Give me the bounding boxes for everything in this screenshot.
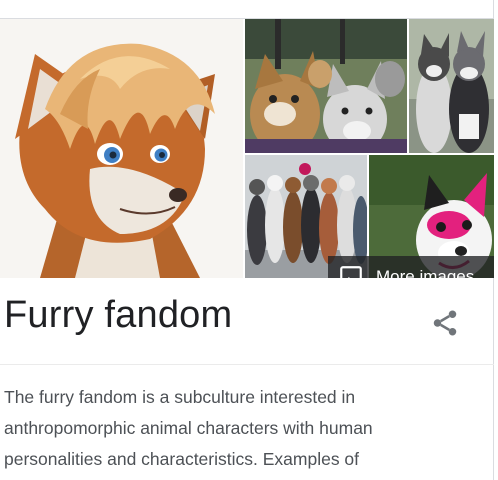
share-button[interactable] — [430, 308, 460, 338]
fursuit-photo-2[interactable] — [409, 19, 494, 153]
description-line: anthropomorphic animal characters with h… — [4, 418, 373, 438]
image-icon — [340, 266, 362, 278]
fursuit-pair-image — [409, 19, 494, 153]
main-image[interactable] — [0, 19, 243, 278]
page-title: Furry fandom — [4, 294, 233, 336]
fox-character-illustration — [0, 19, 243, 278]
share-icon — [433, 310, 457, 336]
more-images-label: More images — [376, 267, 475, 278]
crowd-photo-1[interactable] — [245, 19, 407, 153]
fursuit-crowd-image — [245, 19, 407, 153]
description-text: The furry fandom is a subculture interes… — [4, 382, 474, 475]
knowledge-panel: More images Furry fandom The furry fando… — [0, 0, 494, 480]
description-line: The furry fandom is a subculture interes… — [4, 387, 356, 407]
more-images-button[interactable]: More images — [328, 256, 494, 278]
description-line: personalities and characteristics. Examp… — [4, 449, 360, 469]
title-divider — [0, 364, 494, 365]
image-gallery: More images — [0, 19, 494, 278]
